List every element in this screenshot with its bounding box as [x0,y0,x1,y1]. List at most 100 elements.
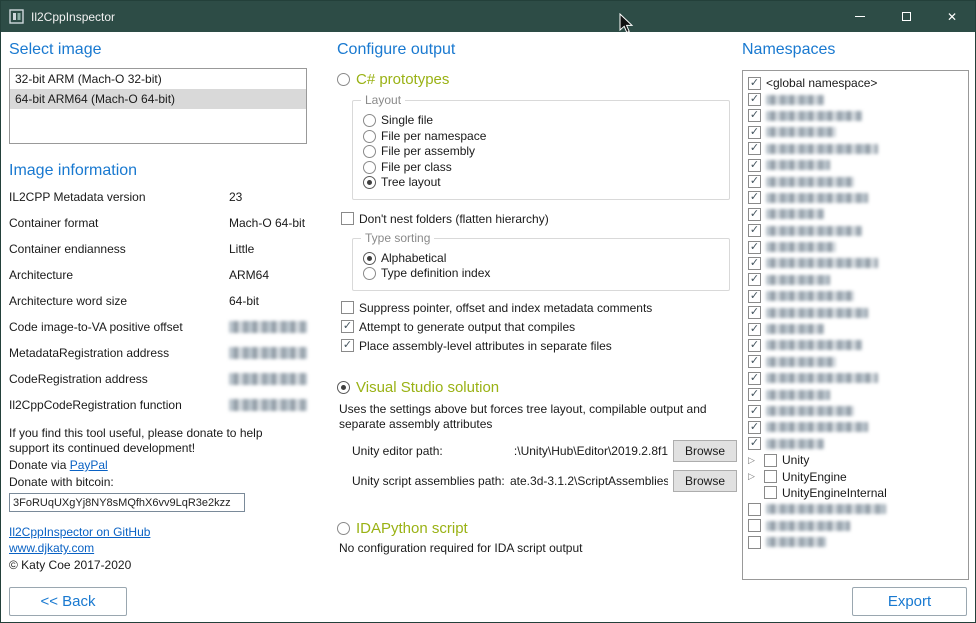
close-button[interactable]: ✕ [929,1,975,32]
namespace-checkbox[interactable] [748,503,761,516]
idapython-radio[interactable] [337,522,350,535]
namespace-checkbox[interactable] [748,306,761,319]
flatten-checkbox-row[interactable]: Don't nest folders (flatten hierarchy) [341,212,737,226]
unity-script-browse-button[interactable]: Browse [673,470,737,492]
namespace-checkbox[interactable] [748,191,761,204]
unity-checkbox[interactable] [764,454,777,467]
file-per-class-radio[interactable] [363,161,376,174]
vs-solution-radio-row[interactable]: Visual Studio solution [337,379,737,396]
bitcoin-address-input[interactable] [9,493,245,512]
tree-layout-radio[interactable] [363,176,376,189]
namespace-item-redacted[interactable] [745,223,966,239]
namespace-checkbox[interactable] [748,257,761,270]
namespace-item-redacted[interactable] [745,501,966,517]
unityengine-checkbox[interactable] [764,470,777,483]
namespace-item-global[interactable]: <global namespace> [745,75,966,91]
namespace-checkbox[interactable] [748,355,761,368]
namespace-item-redacted[interactable] [745,288,966,304]
namespace-checkbox[interactable] [748,405,761,418]
idapython-radio-row[interactable]: IDAPython script [337,520,737,537]
expander-icon[interactable]: ▷ [748,456,759,465]
namespace-item-redacted[interactable] [745,272,966,288]
namespace-item-redacted[interactable] [745,518,966,534]
csharp-prototypes-radio-row[interactable]: C# prototypes [337,71,737,88]
namespace-item-redacted[interactable] [745,386,966,402]
namespace-checkbox[interactable] [748,208,761,221]
minimize-button[interactable] [837,1,883,32]
layout-option-file-per-assembly[interactable]: File per assembly [363,144,719,160]
type-definition-index-radio[interactable] [363,267,376,280]
namespace-item-redacted[interactable] [745,370,966,386]
namespace-checkbox[interactable] [748,536,761,549]
file-per-namespace-radio[interactable] [363,130,376,143]
namespace-checkbox[interactable] [748,273,761,286]
file-per-assembly-radio[interactable] [363,145,376,158]
attempt-compile-row[interactable]: Attempt to generate output that compiles [341,320,737,334]
namespace-checkbox[interactable] [748,372,761,385]
namespace-item-unityengineinternal[interactable]: UnityEngineInternal [745,485,966,501]
maximize-button[interactable] [883,1,929,32]
namespace-item-redacted[interactable] [745,206,966,222]
namespace-item-redacted[interactable] [745,190,966,206]
namespace-checkbox[interactable] [748,519,761,532]
unity-editor-browse-button[interactable]: Browse [673,440,737,462]
sorting-option-type-definition-index[interactable]: Type definition index [363,266,719,282]
namespace-checkbox[interactable] [748,290,761,303]
namespace-checkbox[interactable] [748,323,761,336]
namespace-item-redacted[interactable] [745,354,966,370]
namespace-item-redacted[interactable] [745,108,966,124]
namespace-item-redacted[interactable] [745,124,966,140]
namespace-item-redacted[interactable] [745,91,966,107]
image-list-item[interactable]: 64-bit ARM64 (Mach-O 64-bit) [10,89,306,109]
namespace-item-redacted[interactable] [745,534,966,550]
namespace-item-redacted[interactable] [745,239,966,255]
namespace-checkbox[interactable] [748,159,761,172]
namespace-item-redacted[interactable] [745,304,966,320]
sorting-option-alphabetical[interactable]: Alphabetical [363,251,719,267]
title-bar[interactable]: Il2CppInspector ✕ [1,1,975,32]
namespace-checkbox[interactable] [748,109,761,122]
namespace-checkbox[interactable] [748,339,761,352]
namespace-checkbox[interactable] [748,126,761,139]
namespace-checkbox[interactable] [748,224,761,237]
export-button[interactable]: Export [852,587,967,616]
website-link[interactable]: www.djkaty.com [9,541,94,555]
namespace-item-redacted[interactable] [745,436,966,452]
vs-solution-radio[interactable] [337,381,350,394]
namespace-item-redacted[interactable] [745,255,966,271]
suppress-comments-checkbox[interactable] [341,301,354,314]
namespace-item-redacted[interactable] [745,157,966,173]
namespace-checkbox[interactable] [748,421,761,434]
assembly-attributes-row[interactable]: Place assembly-level attributes in separ… [341,339,737,353]
unityengineinternal-checkbox[interactable] [764,486,777,499]
attempt-compile-checkbox[interactable] [341,320,354,333]
namespace-item-redacted[interactable] [745,141,966,157]
single-file-radio[interactable] [363,114,376,127]
github-link[interactable]: Il2CppInspector on GitHub [9,525,150,539]
csharp-prototypes-radio[interactable] [337,73,350,86]
namespace-item-redacted[interactable] [745,321,966,337]
global-namespace-checkbox[interactable] [748,77,761,90]
layout-option-file-per-namespace[interactable]: File per namespace [363,129,719,145]
namespace-item-redacted[interactable] [745,173,966,189]
alphabetical-radio[interactable] [363,252,376,265]
namespace-item-unityengine[interactable]: ▷ UnityEngine [745,468,966,484]
back-button[interactable]: << Back [9,587,127,616]
assembly-attributes-checkbox[interactable] [341,339,354,352]
suppress-comments-row[interactable]: Suppress pointer, offset and index metad… [341,301,737,315]
namespace-list[interactable]: <global namespace> ▷ Unity ▷ UnityEngine… [742,70,969,580]
namespace-item-redacted[interactable] [745,403,966,419]
namespace-item-redacted[interactable] [745,419,966,435]
namespace-checkbox[interactable] [748,437,761,450]
namespace-checkbox[interactable] [748,93,761,106]
namespace-item-unity[interactable]: ▷ Unity [745,452,966,468]
flatten-checkbox[interactable] [341,212,354,225]
namespace-item-redacted[interactable] [745,337,966,353]
image-list-item[interactable]: 32-bit ARM (Mach-O 32-bit) [10,69,306,89]
layout-option-file-per-class[interactable]: File per class [363,160,719,176]
namespace-checkbox[interactable] [748,388,761,401]
namespace-checkbox[interactable] [748,142,761,155]
expander-icon[interactable]: ▷ [748,472,759,481]
image-listbox[interactable]: 32-bit ARM (Mach-O 32-bit) 64-bit ARM64 … [9,68,307,144]
namespace-checkbox[interactable] [748,241,761,254]
